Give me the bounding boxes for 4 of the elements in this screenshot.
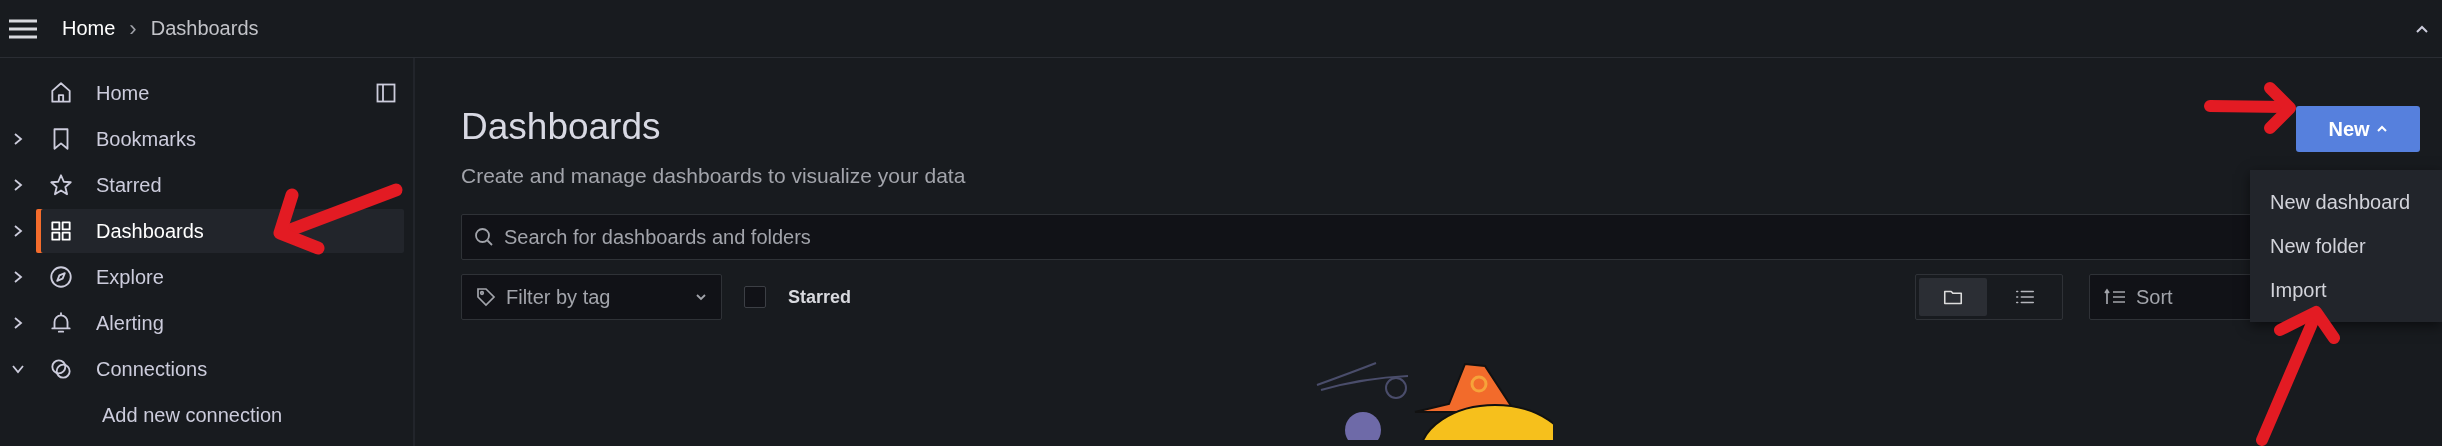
breadcrumb-separator: › xyxy=(129,15,137,42)
page-subtitle: Create and manage dashboards to visualize your data xyxy=(461,164,966,188)
page-title: Dashboards xyxy=(461,105,662,149)
checkbox-label: Starred xyxy=(788,286,852,308)
